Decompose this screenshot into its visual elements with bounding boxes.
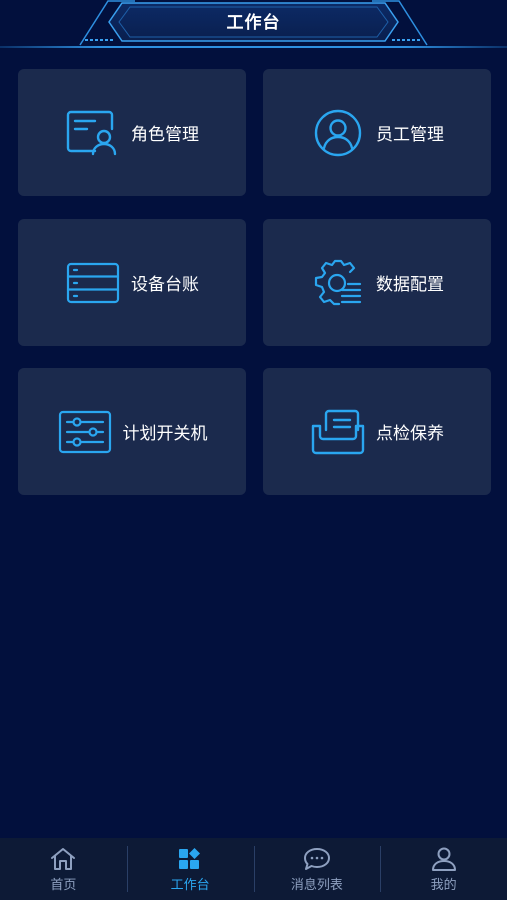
sliders-icon — [57, 407, 113, 457]
gear-list-icon — [310, 258, 366, 308]
tab-home[interactable]: 首页 — [0, 838, 127, 900]
tab-messages[interactable]: 消息列表 — [253, 838, 381, 900]
grid-icon — [175, 846, 205, 872]
tab-label: 工作台 — [170, 877, 210, 893]
header-divider — [0, 46, 507, 48]
card-label: 数据配置 — [376, 275, 444, 295]
tab-label: 消息列表 — [290, 877, 343, 893]
chat-icon — [302, 846, 332, 872]
tab-profile[interactable]: 我的 — [380, 838, 507, 900]
server-list-icon — [65, 258, 121, 308]
inbox-doc-icon — [310, 407, 366, 457]
user-circle-icon — [310, 108, 366, 158]
header-bar: 工作台 — [0, 0, 507, 50]
tab-workbench[interactable]: 工作台 — [126, 838, 254, 900]
tab-label: 首页 — [50, 877, 77, 893]
card-inspection-maintenance[interactable]: 点检保养 — [263, 368, 491, 495]
card-label: 设备台账 — [131, 275, 199, 295]
page-title: 工作台 — [226, 13, 281, 33]
person-icon — [429, 846, 459, 872]
card-scheduled-power[interactable]: 计划开关机 — [18, 368, 246, 495]
bottom-tab-bar: 首页 工作台 消息列表 我的 — [0, 838, 507, 900]
home-icon — [48, 846, 78, 872]
tab-label: 我的 — [430, 877, 457, 893]
card-staff-management[interactable]: 员工管理 — [263, 69, 491, 196]
card-data-config[interactable]: 数据配置 — [263, 219, 491, 346]
card-role-management[interactable]: 角色管理 — [18, 69, 246, 196]
card-equipment-ledger[interactable]: 设备台账 — [18, 219, 246, 346]
card-label: 角色管理 — [131, 125, 199, 145]
card-label: 计划开关机 — [122, 424, 208, 444]
role-card-icon — [65, 108, 121, 158]
card-label: 员工管理 — [376, 125, 444, 145]
card-label: 点检保养 — [376, 424, 444, 444]
